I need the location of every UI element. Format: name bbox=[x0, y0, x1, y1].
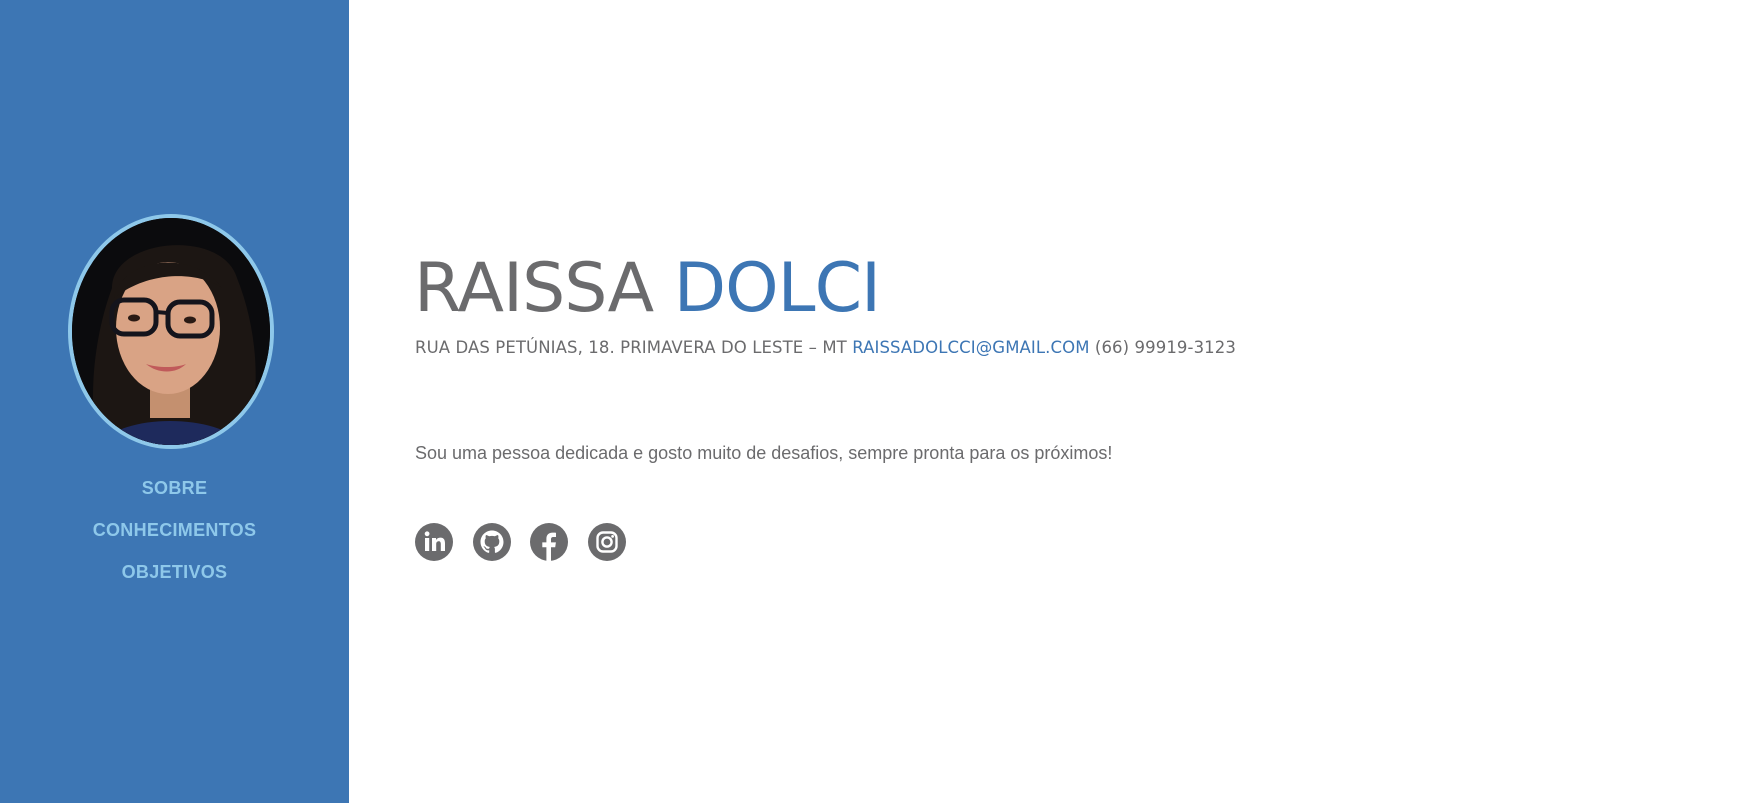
email-link[interactable]: RAISSADOLCCI@GMAIL.COM bbox=[852, 338, 1089, 357]
profile-photo bbox=[68, 214, 274, 449]
linkedin-icon bbox=[415, 523, 453, 561]
sidebar: SOBRE CONHECIMENTOS OBJETIVOS bbox=[0, 0, 349, 803]
nav-item-sobre: SOBRE bbox=[0, 472, 349, 514]
facebook-icon bbox=[530, 523, 568, 561]
nav-item-conhecimentos: CONHECIMENTOS bbox=[0, 514, 349, 556]
nav-link-conhecimentos[interactable]: CONHECIMENTOS bbox=[93, 520, 257, 540]
linkedin-link[interactable] bbox=[415, 523, 453, 561]
page-title: RAISSA DOLCI bbox=[414, 244, 881, 334]
last-name: DOLCI bbox=[673, 249, 881, 328]
sidebar-nav: SOBRE CONHECIMENTOS OBJETIVOS bbox=[0, 472, 349, 598]
contact-line: RUA DAS PETÚNIAS, 18. PRIMAVERA DO LESTE… bbox=[415, 338, 1236, 357]
github-link[interactable] bbox=[472, 523, 511, 561]
instagram-link[interactable] bbox=[587, 523, 626, 561]
about-text: Sou uma pessoa dedicada e gosto muito de… bbox=[415, 443, 1113, 463]
avatar-image bbox=[72, 218, 270, 445]
nav-link-objetivos[interactable]: OBJETIVOS bbox=[122, 562, 228, 582]
main-content: RAISSA DOLCI RUA DAS PETÚNIAS, 18. PRIMA… bbox=[349, 0, 1755, 803]
github-icon bbox=[472, 523, 511, 561]
social-links bbox=[415, 523, 645, 561]
address: RUA DAS PETÚNIAS, 18. PRIMAVERA DO LESTE… bbox=[415, 338, 847, 357]
first-name: RAISSA bbox=[414, 249, 654, 328]
phone: (66) 99919-3123 bbox=[1094, 338, 1236, 357]
facebook-link[interactable] bbox=[530, 523, 568, 561]
nav-item-objetivos: OBJETIVOS bbox=[0, 556, 349, 598]
instagram-icon bbox=[587, 523, 626, 561]
nav-link-sobre[interactable]: SOBRE bbox=[142, 478, 208, 498]
